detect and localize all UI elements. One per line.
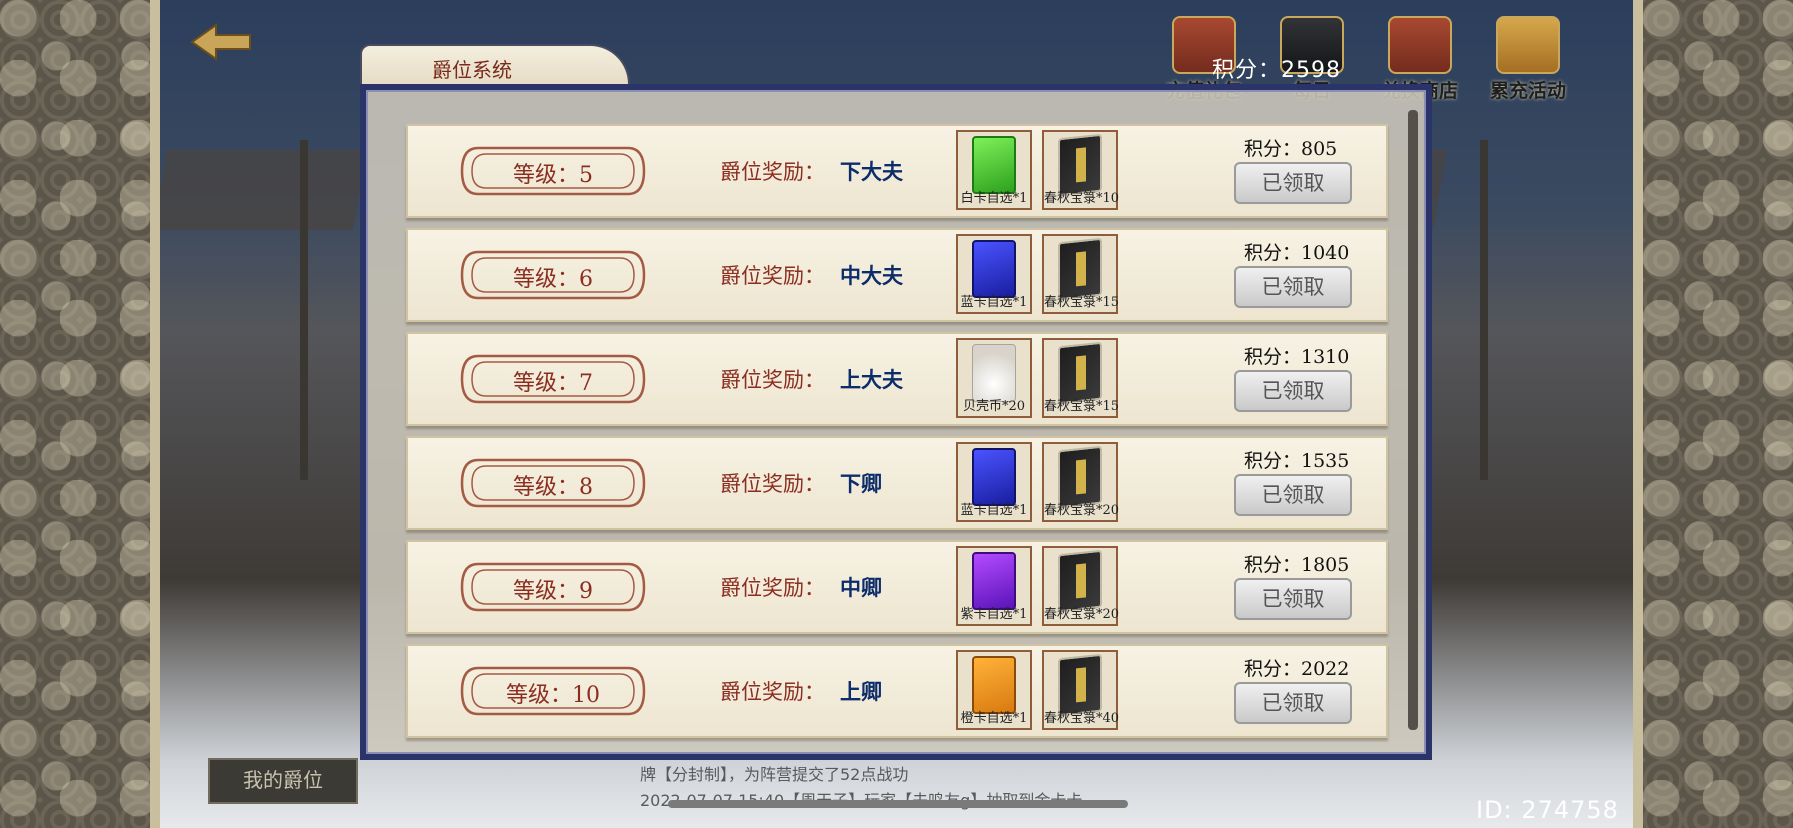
reward-title: 下卿: [840, 471, 882, 496]
reward-title: 下大夫: [840, 159, 903, 184]
green-card-icon: [972, 136, 1016, 194]
reward-label: 爵位奖励：: [720, 680, 825, 704]
claimed-button[interactable]: 已领取: [1234, 682, 1352, 724]
right-decor-border: [1633, 0, 1793, 828]
level-badge: 等级：9: [458, 560, 648, 614]
recharge-activity-label: 累充活动: [1489, 80, 1566, 102]
required-score: 积分：1310: [1244, 346, 1350, 368]
required-score: 积分：805: [1244, 138, 1338, 160]
reward-row: 等级：10 爵位奖励： 上卿 橙卡自选*1 春秋宝箓*40 积分：2022 已领…: [406, 644, 1388, 738]
background-pole: [300, 140, 308, 480]
required-score: 积分：1535: [1244, 450, 1350, 472]
item-count: 春秋宝箓*10: [1044, 191, 1120, 206]
back-arrow-icon[interactable]: [190, 22, 252, 62]
scrollbar[interactable]: [1408, 110, 1418, 730]
my-rank-button[interactable]: 我的爵位: [208, 758, 358, 804]
panel-title-tab: 爵位系统: [360, 44, 630, 88]
item-count: 蓝卡自选*1: [960, 295, 1028, 310]
required-score: 积分：1040: [1244, 242, 1350, 264]
background-pole: [1480, 140, 1488, 480]
reward-item[interactable]: 白卡自选*1: [956, 130, 1032, 210]
blue-card-icon: [972, 448, 1016, 506]
background-roof: [160, 150, 368, 230]
reward-row: 等级：8 爵位奖励： 下卿 蓝卡自选*1 春秋宝箓*20 积分：1535 已领取: [406, 436, 1388, 530]
total-score: 积分：2598: [1212, 58, 1341, 83]
claimed-button[interactable]: 已领取: [1234, 162, 1352, 204]
rank-reward-panel: 等级：5 爵位奖励： 下大夫 白卡自选*1 春秋宝箓*10 积分：805 已领取…: [360, 84, 1432, 760]
log-line: 牌【分封制】，为阵营提交了52点战功: [640, 765, 909, 784]
reward-item[interactable]: 橙卡自选*1: [956, 650, 1032, 730]
item-count: 白卡自选*1: [960, 191, 1028, 206]
level-badge: 等级：7: [458, 352, 648, 406]
player-id: ID: 274758: [1476, 796, 1619, 824]
level-text: 等级：5: [513, 163, 593, 188]
treasure-icon: [1496, 16, 1560, 74]
required-score: 积分：2022: [1244, 658, 1350, 680]
reward-label: 爵位奖励：: [720, 472, 825, 496]
level-badge: 等级：10: [458, 664, 648, 718]
claimed-button[interactable]: 已领取: [1234, 578, 1352, 620]
reward-item[interactable]: 春秋宝箓*15: [1042, 338, 1120, 418]
reward-item[interactable]: 蓝卡自选*1: [956, 234, 1032, 314]
panel-title: 爵位系统: [432, 58, 512, 82]
shop-icon: [1388, 16, 1452, 74]
reward-title: 中大夫: [840, 263, 903, 288]
level-text: 等级：7: [513, 371, 593, 396]
level-text: 等级：10: [506, 683, 600, 708]
item-count: 蓝卡自选*1: [960, 503, 1028, 518]
level-text: 等级：6: [513, 267, 593, 292]
blue-card-icon: [972, 240, 1016, 298]
purple-card-icon: [972, 552, 1016, 610]
reward-item[interactable]: 贝壳币*20: [956, 338, 1032, 418]
item-count: 贝壳币*20: [962, 399, 1026, 414]
recharge-activity-button[interactable]: 累充活动: [1484, 16, 1572, 103]
claimed-button[interactable]: 已领取: [1234, 370, 1352, 412]
item-count: 紫卡自选*1: [960, 607, 1028, 622]
reward-label: 爵位奖励：: [720, 368, 825, 392]
item-count: 春秋宝箓*20: [1044, 607, 1120, 622]
reward-title: 上大夫: [840, 367, 903, 392]
reward-title: 中卿: [840, 575, 882, 600]
item-count: 春秋宝箓*15: [1044, 399, 1120, 414]
level-badge: 等级：5: [458, 144, 648, 198]
reward-row: 等级：5 爵位奖励： 下大夫 白卡自选*1 春秋宝箓*10 积分：805 已领取: [406, 124, 1388, 218]
reward-item[interactable]: 春秋宝箓*10: [1042, 130, 1120, 210]
level-badge: 等级：6: [458, 248, 648, 302]
level-text: 等级：8: [513, 475, 593, 500]
claimed-button[interactable]: 已领取: [1234, 266, 1352, 308]
reward-item[interactable]: 紫卡自选*1: [956, 546, 1032, 626]
reward-row: 等级：6 爵位奖励： 中大夫 蓝卡自选*1 春秋宝箓*15 积分：1040 已领…: [406, 228, 1388, 322]
reward-label: 爵位奖励：: [720, 264, 825, 288]
required-score: 积分：1805: [1244, 554, 1350, 576]
reward-row: 等级：7 爵位奖励： 上大夫 贝壳币*20 春秋宝箓*15 积分：1310 已领…: [406, 332, 1388, 426]
level-badge: 等级：8: [458, 456, 648, 510]
reward-row: 等级：9 爵位奖励： 中卿 紫卡自选*1 春秋宝箓*20 积分：1805 已领取: [406, 540, 1388, 634]
shell-coin-icon: [972, 344, 1016, 402]
reward-item[interactable]: 春秋宝箓*20: [1042, 546, 1120, 626]
reward-item[interactable]: 春秋宝箓*40: [1042, 650, 1120, 730]
item-count: 橙卡自选*1: [960, 711, 1028, 726]
left-decor-border: [0, 0, 160, 828]
item-count: 春秋宝箓*15: [1044, 295, 1120, 310]
reward-item[interactable]: 蓝卡自选*1: [956, 442, 1032, 522]
reward-label: 爵位奖励：: [720, 160, 825, 184]
item-count: 春秋宝箓*20: [1044, 503, 1120, 518]
reward-title: 上卿: [840, 679, 882, 704]
item-count: 春秋宝箓*40: [1044, 711, 1120, 726]
level-text: 等级：9: [513, 579, 593, 604]
claimed-button[interactable]: 已领取: [1234, 474, 1352, 516]
reward-label: 爵位奖励：: [720, 576, 825, 600]
home-indicator[interactable]: [668, 800, 1128, 808]
reward-item[interactable]: 春秋宝箓*20: [1042, 442, 1120, 522]
orange-card-icon: [972, 656, 1016, 714]
reward-item[interactable]: 春秋宝箓*15: [1042, 234, 1120, 314]
